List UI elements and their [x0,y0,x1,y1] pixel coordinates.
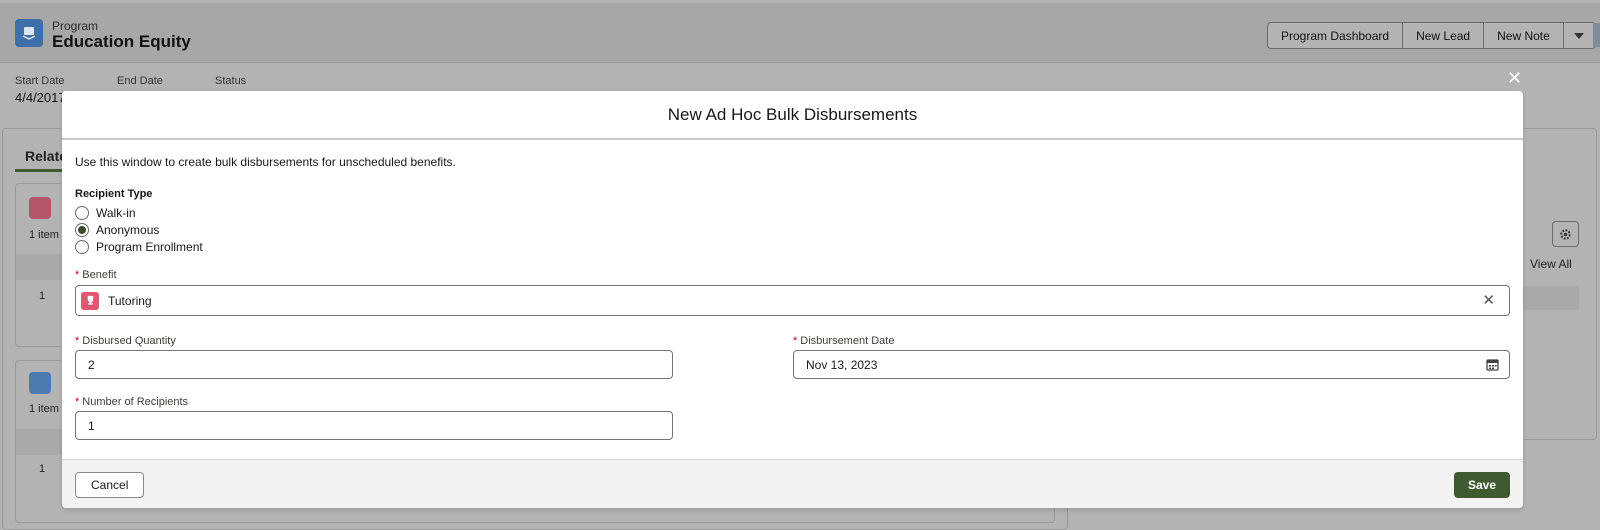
trophy-icon [29,197,51,219]
calendar-icon[interactable] [1486,358,1499,374]
modal-body: Use this window to create bulk disbursem… [62,140,1523,460]
record-title: Education Equity [52,32,191,51]
object-type-label: Program [52,19,99,33]
radio-anonymous[interactable]: Anonymous [75,223,159,237]
more-actions-button[interactable] [1562,22,1596,49]
save-button[interactable]: Save [1453,472,1510,498]
disbursed-quantity-label: * Disbursed Quantity [75,335,176,347]
disbursement-date-input[interactable]: Nov 13, 2023 [793,350,1510,379]
chevron-down-icon [1574,32,1585,39]
item-count-2: 1 item [29,403,59,415]
benefit-value: Tutoring [108,293,152,308]
program-icon [15,19,43,47]
radio-label-walk-in: Walk-in [96,206,136,220]
close-icon[interactable]: ✕ [1507,68,1522,89]
settings-button[interactable] [1552,221,1579,247]
active-tab-indicator [15,169,65,172]
new-note-button[interactable]: New Note [1483,22,1564,49]
radio-button[interactable] [75,206,89,220]
header-actions: Program Dashboard New Lead New Note [1267,22,1596,49]
view-all-link[interactable]: View All [1530,257,1572,271]
record-header: Program Education Equity Program Dashboa… [0,3,1600,63]
start-date-value: 4/4/2017 [15,90,66,105]
new-lead-button[interactable]: New Lead [1402,22,1485,49]
start-date-label: Start Date [15,75,65,87]
required-marker: * [75,269,80,281]
modal-footer: Cancel Save [62,459,1523,508]
clear-selection-icon[interactable]: ✕ [1482,291,1495,309]
radio-label-anonymous: Anonymous [96,223,160,237]
table-header-2 [16,429,62,455]
table-header-1 [16,254,62,280]
gear-icon [1560,228,1571,240]
disbursement-date-label: * Disbursement Date [793,335,895,347]
status-label: Status [215,75,247,87]
benefit-lookup[interactable]: Tutoring ✕ [75,285,1510,316]
radio-walk-in[interactable]: Walk-in [75,206,136,220]
radio-label-program-enrollment: Program Enrollment [96,240,203,254]
intro-text: Use this window to create bulk disbursem… [75,155,456,169]
row-number-2: 1 [39,463,46,475]
cancel-button[interactable]: Cancel [75,472,145,498]
end-date-label: End Date [117,75,163,87]
bulk-disbursements-modal: New Ad Hoc Bulk Disbursements Use this w… [62,91,1523,508]
row-number-1: 1 [39,290,46,302]
related-tab[interactable]: Relate [25,148,67,164]
radio-button[interactable] [75,240,89,254]
benefit-label: * Benefit [75,269,117,281]
disbursed-quantity-input[interactable]: 2 [75,350,673,379]
recipient-type-label: Recipient Type [75,188,153,200]
radio-button-selected[interactable] [75,223,89,237]
number-of-recipients-label: * Number of Recipients [75,396,189,408]
disbursement-date-value: Nov 13, 2023 [806,357,878,372]
number-of-recipients-input[interactable]: 1 [75,411,673,440]
modal-title: New Ad Hoc Bulk Disbursements [62,91,1523,140]
utility-bar-edge [1593,23,1600,47]
item-count-1: 1 item [29,229,59,241]
radio-program-enrollment[interactable]: Program Enrollment [75,240,203,254]
trophy-icon [81,291,99,310]
program-dashboard-button[interactable]: Program Dashboard [1267,22,1404,49]
enrollment-icon [29,372,51,394]
